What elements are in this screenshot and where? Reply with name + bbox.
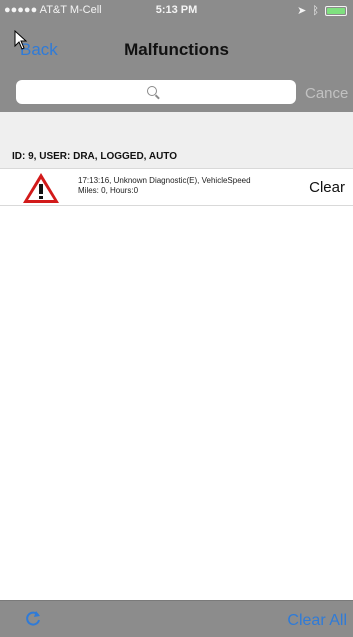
malfunction-line-2: Miles: 0, Hours:0 <box>78 186 139 195</box>
malfunctions-list[interactable]: ID: 9, USER: DRA, LOGGED, AUTO 17:13:16,… <box>0 112 353 600</box>
bottom-toolbar: Clear All <box>0 600 353 637</box>
cancel-button[interactable]: Cance <box>305 85 348 102</box>
navigation-bar: Back Malfunctions <box>0 20 353 72</box>
bluetooth-icon: ᛒ <box>312 4 319 17</box>
clear-all-button[interactable]: Clear All <box>287 612 347 630</box>
search-icon <box>147 86 157 96</box>
search-field[interactable] <box>16 80 296 104</box>
mouse-cursor-icon <box>14 30 28 50</box>
malfunction-details: 17:13:16, Unknown Diagnostic(E), Vehicle… <box>78 176 251 196</box>
status-bar: ●●●●● AT&T M-Cell 5:13 PM ➤ ᛒ <box>0 0 353 20</box>
malfunction-row[interactable]: 17:13:16, Unknown Diagnostic(E), Vehicle… <box>0 168 353 206</box>
refresh-icon[interactable] <box>24 610 42 628</box>
search-bar: Cance <box>0 72 353 112</box>
page-title: Malfunctions <box>124 40 229 59</box>
malfunction-line-1: 17:13:16, Unknown Diagnostic(E), Vehicle… <box>78 176 251 185</box>
battery-icon <box>325 5 347 16</box>
warning-icon <box>23 173 59 203</box>
clear-button[interactable]: Clear <box>309 179 345 196</box>
section-spacer <box>0 112 353 146</box>
location-icon: ➤ <box>297 5 307 17</box>
status-icons: ➤ ᛒ <box>297 4 347 17</box>
section-header: ID: 9, USER: DRA, LOGGED, AUTO <box>0 146 353 168</box>
